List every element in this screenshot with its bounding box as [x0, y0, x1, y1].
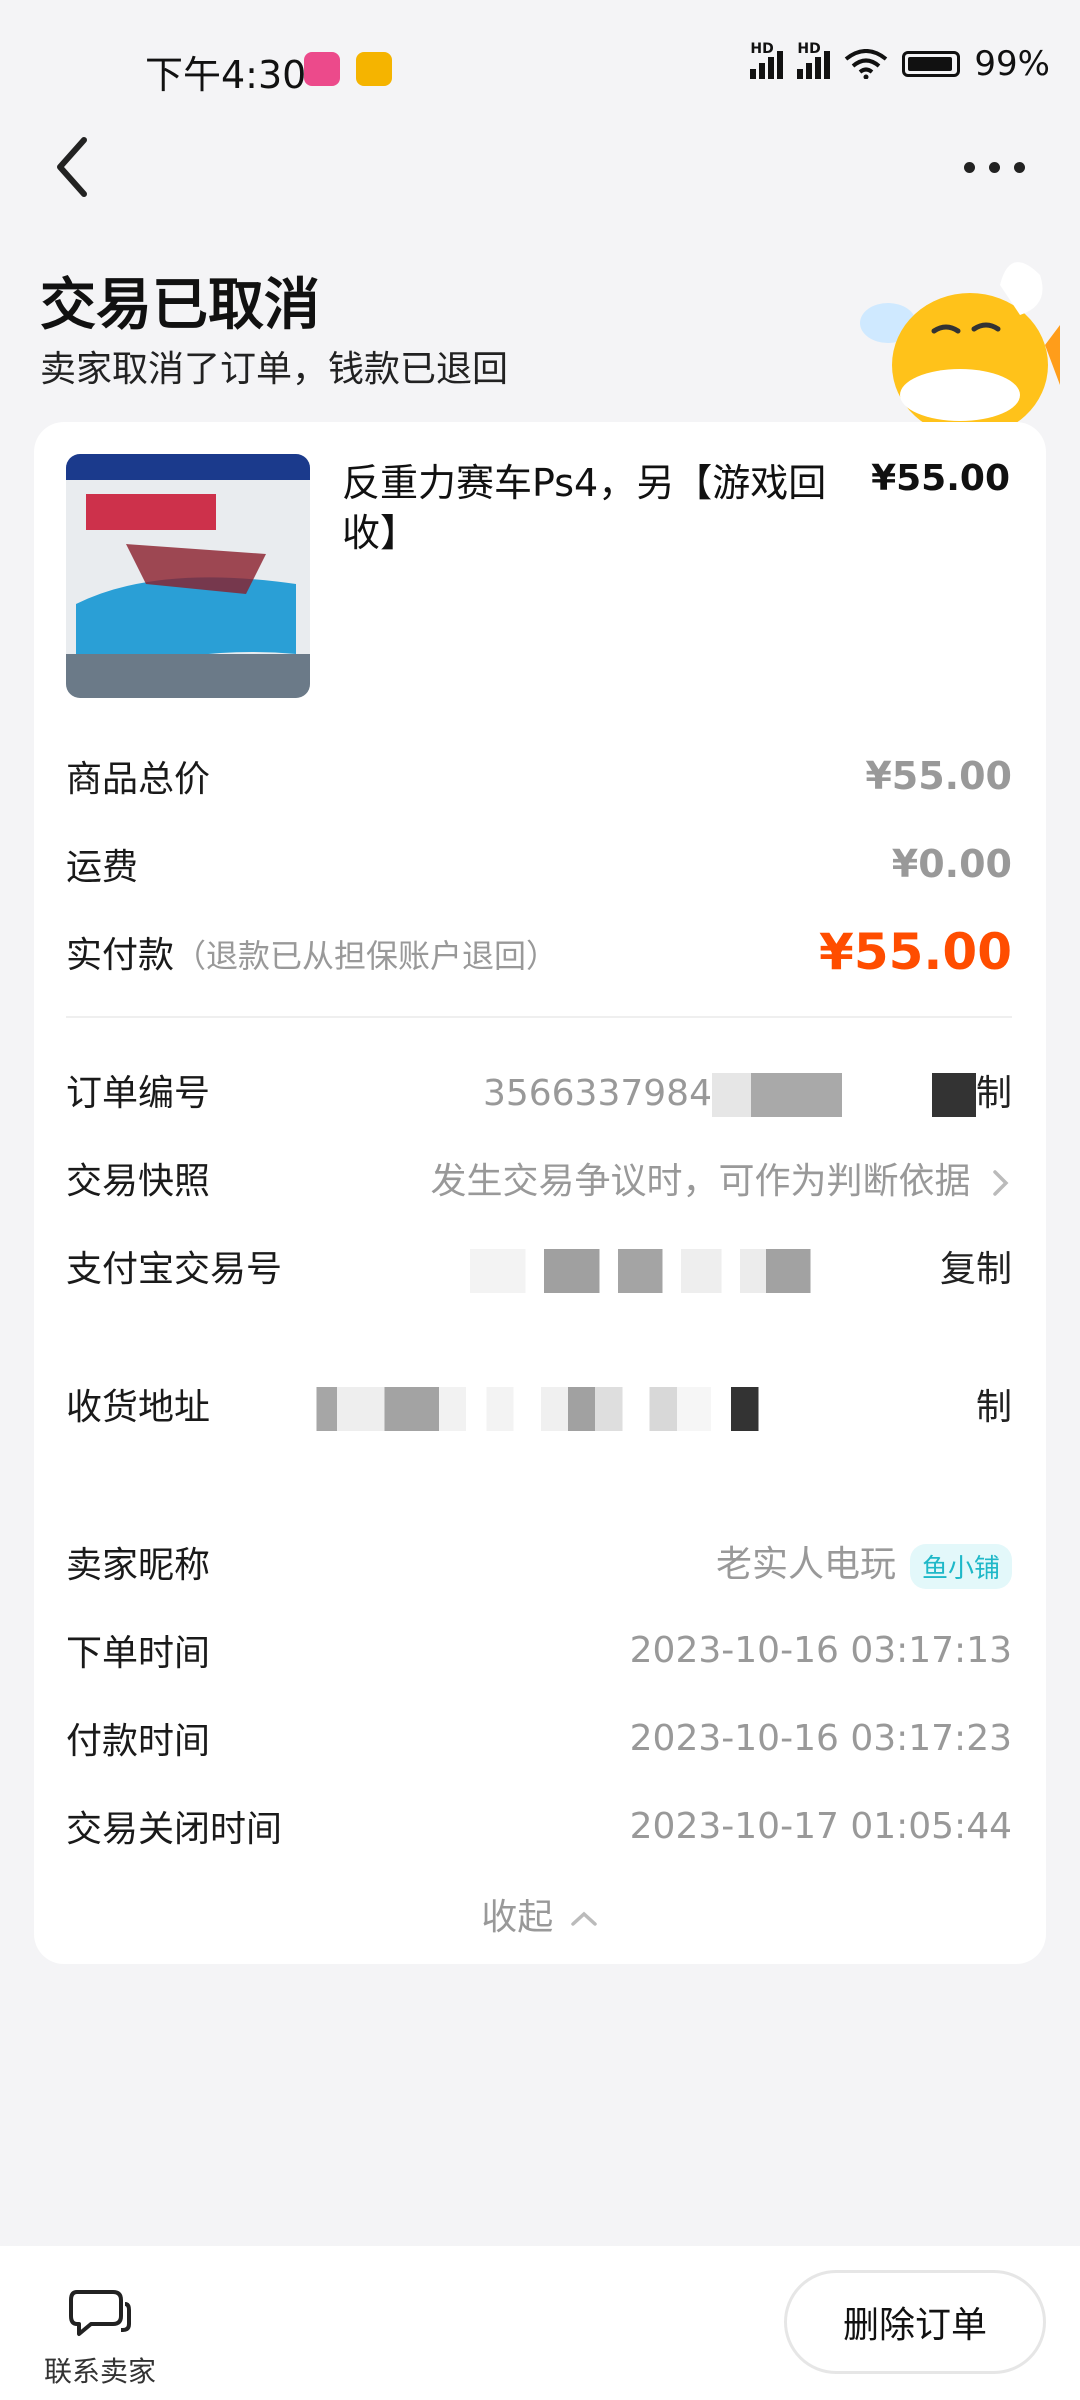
more-dots-icon[interactable]: [960, 140, 1030, 190]
app-notification-icon: [304, 52, 340, 86]
wifi-icon: [845, 49, 888, 79]
total-price-label: 商品总价: [66, 759, 211, 800]
address-row: 收货地址 制: [66, 1374, 1012, 1434]
delete-order-button[interactable]: 删除订单: [784, 2270, 1046, 2374]
close-time-label: 交易关闭时间: [66, 1809, 283, 1850]
page-subtitle: 卖家取消了订单，钱款已退回: [40, 349, 509, 390]
signal-icon-2: HD: [797, 41, 831, 79]
order-card: 反重力赛车Ps4，另【游戏回收】 ¥55.00 商品总价 ¥55.00 运费 ¥…: [34, 422, 1046, 1964]
product-title[interactable]: 反重力赛车Ps4，另【游戏回收】: [342, 458, 842, 558]
copy-order-number-button[interactable]: 制: [976, 1073, 1012, 1114]
close-time-value: 2023-10-17 01:05:44: [629, 1805, 1012, 1847]
chevron-right-icon: [993, 1170, 1009, 1196]
redacted-mosaic: [469, 1248, 840, 1293]
seller-row[interactable]: 卖家昵称 老实人电玩 鱼小铺: [66, 1532, 1012, 1592]
seller-label: 卖家昵称: [66, 1545, 211, 1586]
pay-time-label: 付款时间: [66, 1721, 211, 1762]
battery-percent: 99%: [974, 44, 1050, 84]
status-time: 下午4:30: [145, 53, 307, 97]
collapse-label: 收起: [481, 1897, 554, 1938]
snapshot-hint: 发生交易争议时，可作为判断依据: [430, 1161, 971, 1202]
total-price-row: 商品总价 ¥55.00: [66, 746, 1012, 806]
order-number-row: 订单编号 3566337984 制: [66, 1060, 1012, 1120]
collapse-button[interactable]: 收起: [34, 1888, 1046, 1940]
status-bar: 下午4:30 HD HD 99%: [0, 0, 1080, 140]
back-arrow-icon[interactable]: [48, 132, 108, 202]
bottom-action-bar: 联系卖家 删除订单: [0, 2246, 1080, 2400]
pay-time-row: 付款时间 2023-10-16 03:17:23: [66, 1708, 1012, 1768]
alipay-row: 支付宝交易号 复制: [66, 1236, 1012, 1296]
order-time-label: 下单时间: [66, 1633, 211, 1674]
page-title: 交易已取消: [40, 273, 320, 338]
redacted-mosaic: [711, 1072, 842, 1117]
signal-icon: HD: [750, 41, 784, 79]
contact-seller-button[interactable]: 联系卖家: [40, 2286, 160, 2390]
order-number-label: 订单编号: [66, 1073, 211, 1114]
cloud-notification-icon: [356, 52, 392, 86]
product-price: ¥55.00: [871, 458, 1010, 499]
total-price-value: ¥55.00: [865, 754, 1012, 798]
snapshot-label: 交易快照: [66, 1161, 211, 1202]
product-thumbnail[interactable]: [66, 454, 310, 698]
battery-icon: [902, 51, 961, 77]
paid-value: ¥55.00: [819, 923, 1012, 981]
divider: [66, 1016, 1012, 1018]
shop-badge: 鱼小铺: [909, 1543, 1012, 1589]
mascot-fish-illustration: [860, 262, 1060, 435]
paid-row: 实付款（退款已从担保账户退回） ¥55.00: [66, 922, 1012, 982]
redacted-mosaic: [295, 1386, 976, 1431]
shipping-label: 运费: [66, 847, 139, 888]
contact-seller-label: 联系卖家: [43, 2355, 156, 2388]
copy-address-button[interactable]: 制: [976, 1387, 1012, 1428]
seller-name[interactable]: 老实人电玩: [716, 1544, 896, 1585]
close-time-row: 交易关闭时间 2023-10-17 01:05:44: [66, 1796, 1012, 1856]
order-time-value: 2023-10-16 03:17:13: [629, 1629, 1012, 1671]
alipay-label: 支付宝交易号: [66, 1249, 283, 1290]
delete-order-label: 删除订单: [842, 2305, 987, 2346]
chat-bubble-icon: [69, 2290, 131, 2336]
order-time-row: 下单时间 2023-10-16 03:17:13: [66, 1620, 1012, 1680]
chevron-up-icon: [570, 1911, 597, 1926]
snapshot-row[interactable]: 交易快照 发生交易争议时，可作为判断依据: [66, 1148, 1012, 1208]
address-label: 收货地址: [66, 1387, 211, 1428]
shipping-row: 运费 ¥0.00: [66, 834, 1012, 894]
paid-note: （退款已从担保账户退回）: [174, 937, 559, 975]
pay-time-value: 2023-10-16 03:17:23: [629, 1717, 1012, 1759]
copy-alipay-button[interactable]: 复制: [940, 1249, 1012, 1290]
order-number-value: 3566337984: [482, 1072, 712, 1114]
shipping-value: ¥0.00: [891, 842, 1012, 886]
paid-label: 实付款: [66, 935, 175, 976]
